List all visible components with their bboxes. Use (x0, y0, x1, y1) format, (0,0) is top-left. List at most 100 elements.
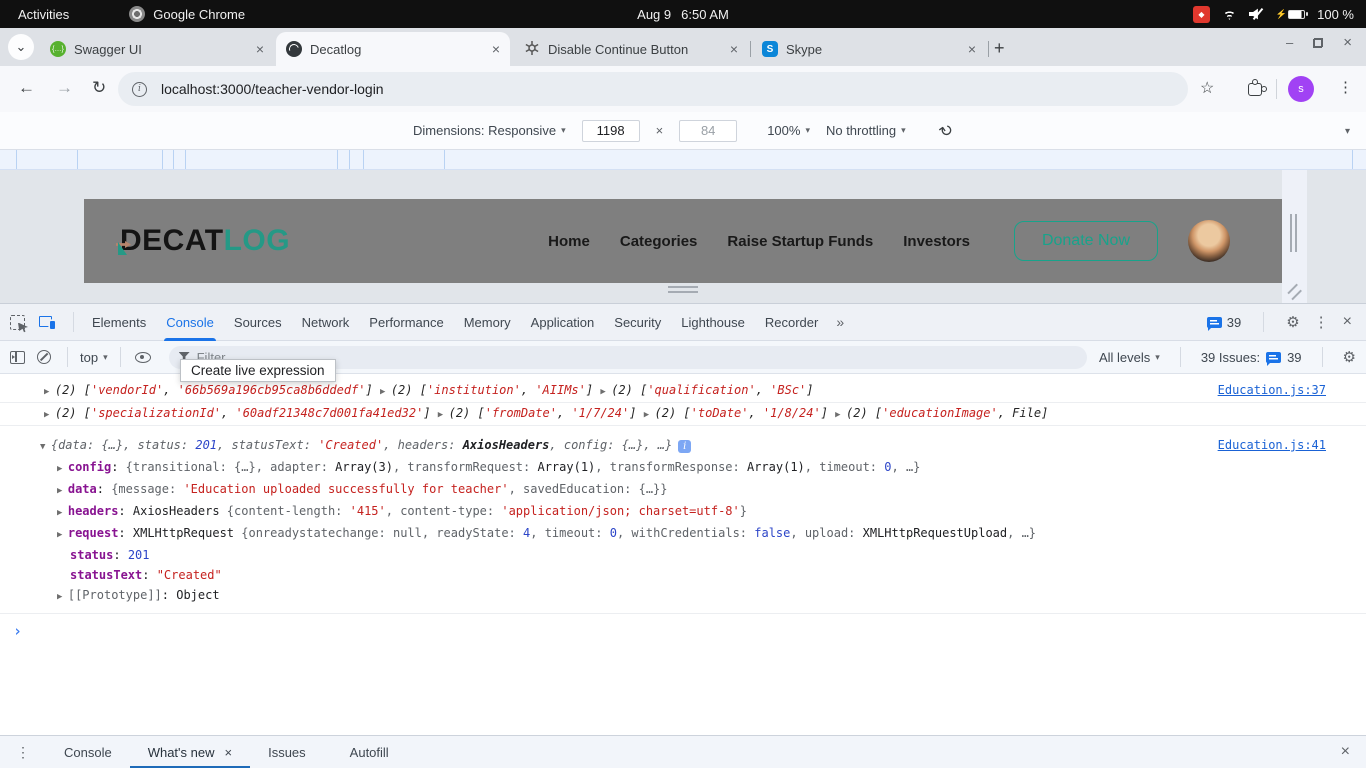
expand-triangle-icon[interactable]: ▶ (57, 592, 68, 602)
expand-triangle-icon[interactable]: ▶ (835, 410, 846, 420)
user-avatar-photo[interactable] (1188, 220, 1230, 262)
more-tabs-icon[interactable]: » (828, 314, 852, 330)
clock[interactable]: Aug 9 6:50 AM (637, 7, 729, 22)
url-text[interactable]: localhost:3000/teacher-vendor-login (161, 81, 384, 97)
bookmark-star-icon[interactable]: ☆ (1200, 78, 1214, 98)
console-row[interactable]: ▶ data: {message: 'Education uploaded su… (0, 479, 1366, 501)
tab-swagger-ui[interactable]: {…} Swagger UI × (40, 32, 274, 66)
forward-button[interactable]: → (56, 78, 73, 98)
device-toolbar-toggle-icon[interactable] (39, 315, 55, 329)
throttling-dropdown[interactable]: No throttling▾ (826, 123, 906, 138)
devtools-settings-icon[interactable]: ⚙ (1286, 313, 1299, 331)
tab-network[interactable]: Network (292, 304, 360, 341)
tab-close-icon[interactable]: × (492, 41, 500, 57)
drawer-tab-whats-new[interactable]: What's new× (130, 736, 250, 768)
tab-lighthouse[interactable]: Lighthouse (671, 304, 755, 341)
tab-performance[interactable]: Performance (359, 304, 453, 341)
browser-menu-icon[interactable]: ⋮ (1338, 78, 1353, 96)
console-row[interactable]: status: 201 (0, 545, 1366, 565)
tab-skype[interactable]: S Skype × (752, 32, 986, 66)
console-row[interactable]: ▶ headers: AxiosHeaders {content-length:… (0, 501, 1366, 523)
zoom-dropdown[interactable]: 100%▾ (767, 123, 810, 138)
tab-decatlog[interactable]: Decatlog × (276, 32, 510, 66)
nav-link-raise-startup-funds[interactable]: Raise Startup Funds (727, 233, 873, 250)
focused-app-name[interactable]: Google Chrome (153, 7, 245, 22)
tab-close-icon[interactable]: × (256, 41, 264, 57)
execution-context-dropdown[interactable]: top▾ (80, 350, 108, 365)
expand-triangle-icon[interactable]: ▶ (644, 410, 655, 420)
back-button[interactable]: ← (18, 78, 35, 98)
extensions-icon[interactable] (1248, 83, 1262, 96)
tab-memory[interactable]: Memory (454, 304, 521, 341)
nav-link-categories[interactable]: Categories (620, 233, 698, 250)
media-query-bar[interactable] (0, 150, 1366, 170)
drawer-tab-close-icon[interactable]: × (225, 745, 233, 760)
devicebar-more-chevron-icon[interactable]: ▾ (1345, 126, 1350, 137)
expand-triangle-icon[interactable]: ▶ (44, 387, 55, 397)
expand-triangle-icon[interactable]: ▶ (438, 410, 449, 420)
drawer-tab-issues[interactable]: Issues (250, 736, 324, 768)
nav-link-home[interactable]: Home (548, 233, 590, 250)
devtools-close-icon[interactable]: × (1343, 313, 1352, 331)
devtools-menu-icon[interactable]: ⋮ (1314, 313, 1329, 331)
create-live-expression-icon[interactable] (135, 352, 151, 363)
tab-console[interactable]: Console (156, 304, 224, 341)
expand-triangle-icon[interactable]: ▶ (57, 508, 68, 518)
dimensions-dropdown[interactable]: Dimensions: Responsive▾ (413, 123, 566, 138)
tab-disable-continue-button[interactable]: Disable Continue Button × (514, 32, 748, 66)
console-sidebar-icon[interactable] (10, 351, 25, 364)
system-tray[interactable]: ◆ ⚡ 100 % (1193, 6, 1354, 23)
console-row[interactable]: ▶ [[Prototype]]: Object (0, 585, 1366, 614)
viewport-corner-resize-handle[interactable] (1286, 288, 1302, 300)
expand-triangle-icon[interactable]: ▼ (40, 442, 51, 452)
tab-security[interactable]: Security (604, 304, 671, 341)
console-row[interactable]: ▼ {data: {…}, status: 201, statusText: '… (0, 435, 1366, 457)
drawer-tab-autofill[interactable]: Autofill (332, 736, 407, 768)
source-location-link[interactable]: Education.js:41 (1218, 435, 1326, 455)
expand-triangle-icon[interactable]: ▶ (57, 486, 68, 496)
console-row[interactable]: ▶ (2) ['vendorId', '66b569a196cb95ca8b6d… (0, 380, 1366, 403)
viewport-height-input[interactable] (679, 120, 737, 142)
expand-triangle-icon[interactable]: ▶ (44, 410, 55, 420)
drawer-tab-console[interactable]: Console (46, 736, 130, 768)
viewport-height-drag-handle[interactable] (668, 286, 698, 296)
issues-counter[interactable]: 39 Issues:39 (1201, 350, 1302, 365)
tab-close-icon[interactable]: × (730, 41, 738, 57)
reload-button[interactable]: ↻ (92, 78, 106, 98)
minimize-button[interactable]: – (1286, 35, 1293, 50)
console-settings-icon[interactable]: ⚙ (1343, 348, 1356, 366)
expand-triangle-icon[interactable]: ▶ (600, 387, 611, 397)
clear-console-icon[interactable] (37, 350, 51, 364)
console-prompt[interactable]: › (0, 622, 1366, 640)
viewport-width-input[interactable] (582, 120, 640, 142)
log-levels-dropdown[interactable]: All levels▾ (1099, 350, 1160, 365)
console-row[interactable]: statusText: "Created" (0, 565, 1366, 585)
rotate-viewport-icon[interactable]: ↻ (935, 118, 957, 142)
donate-now-button[interactable]: Donate Now (1014, 221, 1158, 261)
console-row[interactable]: ▶ (2) ['specializationId', '60adf21348c7… (0, 403, 1366, 426)
nav-link-investors[interactable]: Investors (903, 233, 970, 250)
window-close-button[interactable]: × (1343, 34, 1352, 51)
expand-triangle-icon[interactable]: ▶ (57, 464, 68, 474)
tab-application[interactable]: Application (521, 304, 605, 341)
viewport-width-drag-handle[interactable] (1290, 214, 1297, 252)
address-bar[interactable]: i localhost:3000/teacher-vendor-login (118, 72, 1188, 106)
inspect-element-icon[interactable] (10, 315, 25, 330)
console-row[interactable]: ▶ request: XMLHttpRequest {onreadystatec… (0, 523, 1366, 545)
tab-close-icon[interactable]: × (968, 41, 976, 57)
drawer-close-icon[interactable]: × (1341, 743, 1350, 761)
expand-triangle-icon[interactable]: ▶ (380, 387, 391, 397)
new-tab-button[interactable]: + (994, 38, 1005, 59)
site-logo[interactable]: DECATLOG (120, 224, 290, 258)
tab-recorder[interactable]: Recorder (755, 304, 828, 341)
drawer-menu-icon[interactable]: ⋮ (16, 744, 30, 761)
site-info-icon[interactable]: i (132, 82, 147, 97)
console-messages-count[interactable]: 39 (1207, 315, 1241, 330)
console-row[interactable]: ▶ config: {transitional: {…}, adapter: A… (0, 457, 1366, 479)
source-location-link[interactable]: Education.js:37 (1218, 380, 1326, 400)
activities-button[interactable]: Activities (18, 7, 69, 22)
profile-avatar[interactable]: s (1288, 76, 1314, 102)
restore-button[interactable] (1313, 38, 1323, 48)
tab-sources[interactable]: Sources (224, 304, 292, 341)
tab-search-button[interactable]: ⌄ (8, 34, 34, 60)
